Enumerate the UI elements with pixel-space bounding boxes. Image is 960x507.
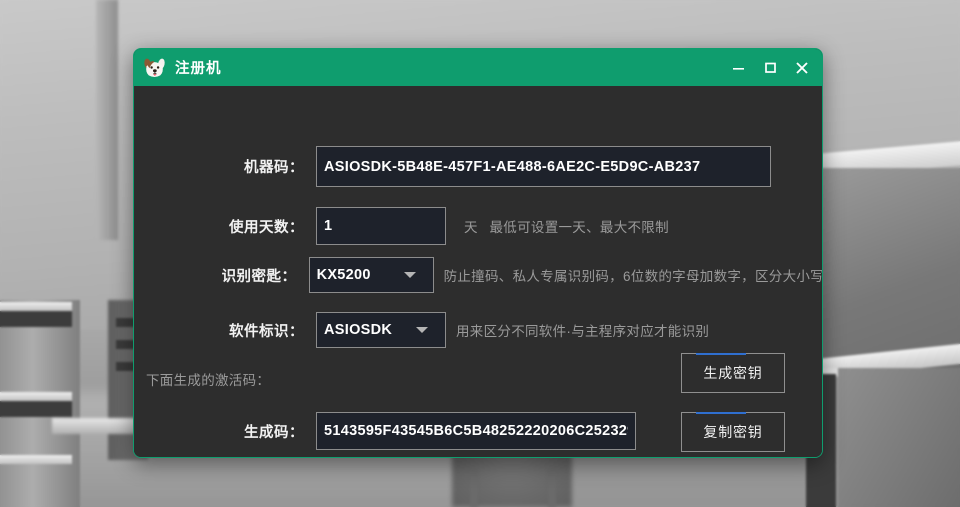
copy-key-label: 复制密钥 xyxy=(703,424,763,440)
software-id-value: ASIOSDK xyxy=(324,322,393,338)
generated-code-label: 生成码： xyxy=(244,424,304,441)
background-chair-leg xyxy=(470,470,478,507)
days-hint: 最低可设置一天、最大不限制 xyxy=(489,220,669,235)
background-lower-desk-body xyxy=(838,368,960,507)
days-label: 使用天数： xyxy=(229,219,304,236)
background-shelf-plank xyxy=(0,302,72,311)
background-shelf-shadow xyxy=(0,401,72,417)
software-id-combobox[interactable]: ASIOSDK xyxy=(316,312,446,348)
generate-key-button[interactable]: 生成密钥 xyxy=(681,353,785,393)
generated-code-input[interactable] xyxy=(316,412,636,450)
identify-key-combobox[interactable]: KX5200 xyxy=(308,257,434,293)
days-input[interactable] xyxy=(316,207,446,245)
minimize-button[interactable] xyxy=(722,53,754,83)
background-chair-leg xyxy=(548,470,556,507)
maximize-button[interactable] xyxy=(754,53,786,83)
identify-key-row: 识别密匙： KX5200 防止撞码、私人专属识别码，6位数的字母加数字，区分大小… xyxy=(134,257,823,293)
machine-code-row: 机器码： xyxy=(134,146,822,187)
generate-key-label: 生成密钥 xyxy=(703,365,763,381)
background-shelf-plank xyxy=(0,455,72,464)
copy-key-button[interactable]: 复制密钥 xyxy=(681,412,785,452)
identify-key-hint: 防止撞码、私人专属识别码，6位数的字母加数字，区分大小写 xyxy=(443,269,823,284)
software-id-label: 软件标识： xyxy=(229,323,304,340)
chevron-down-icon xyxy=(403,272,416,278)
activation-notice: 下面生成的激活码： xyxy=(146,373,271,388)
software-id-row: 软件标识： ASIOSDK 用来区分不同软件·与主程序对应才能识别 xyxy=(134,312,822,348)
dialog-body: 机器码： 使用天数： 天 最低可设置一天、最大不限制 识别密匙： KX5200 … xyxy=(134,86,823,457)
background-shelf-plank xyxy=(0,392,72,401)
identify-key-value: KX5200 xyxy=(316,267,371,283)
days-row: 使用天数： 天 最低可设置一天、最大不限制 xyxy=(134,207,822,245)
window-title: 注册机 xyxy=(175,61,222,77)
background-desk-body xyxy=(806,168,960,368)
background-shelf-shadow xyxy=(0,311,72,327)
machine-code-label: 机器码： xyxy=(244,160,304,176)
software-id-hint: 用来区分不同软件·与主程序对应才能识别 xyxy=(456,324,710,339)
chevron-down-icon xyxy=(416,327,428,333)
window-titlebar[interactable]: 注册机 xyxy=(134,49,822,86)
identify-key-label: 识别密匙： xyxy=(221,268,297,285)
background-cabinet-left xyxy=(96,0,118,240)
machine-code-input[interactable] xyxy=(316,146,771,187)
dog-face-icon xyxy=(143,56,166,79)
close-button[interactable] xyxy=(786,53,818,83)
keygen-window: 注册机 机器码： 使用天数： 天 最低可设置一天、最 xyxy=(133,48,823,458)
days-unit: 天 xyxy=(464,220,478,235)
